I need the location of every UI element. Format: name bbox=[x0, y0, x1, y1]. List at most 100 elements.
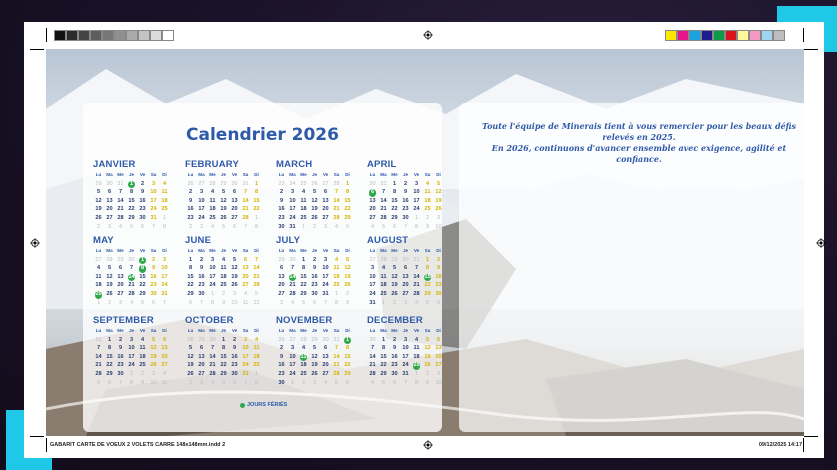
day-cell: 3 bbox=[118, 299, 123, 306]
day-cell: 26 bbox=[311, 180, 318, 187]
day-cell: 14 bbox=[242, 197, 249, 204]
day-cell: 22 bbox=[253, 206, 260, 213]
weekday-header: Ve bbox=[139, 248, 146, 253]
day-cell: 26 bbox=[95, 214, 102, 221]
day-cell: 20 bbox=[402, 282, 409, 289]
weekday-header: Ma bbox=[106, 172, 113, 177]
day-cell: 13 bbox=[369, 197, 376, 204]
day-cell: 9 bbox=[199, 265, 204, 272]
day-cell: 31 bbox=[369, 299, 376, 306]
color-swatch bbox=[773, 30, 785, 41]
day-cell: 1 bbox=[137, 256, 148, 265]
day-cell: 10 bbox=[150, 379, 157, 386]
day-cell: 11 bbox=[161, 379, 168, 386]
day-cell: 4 bbox=[381, 265, 386, 272]
day-cell: 1 bbox=[425, 256, 430, 263]
weekday-header: Sa bbox=[424, 328, 431, 333]
month-november: NOVEMBER Lu Ma Me Je Ve Sa Di 26 27 28 29 30 31 1 2 3 4 5 6… bbox=[276, 315, 358, 387]
month-name: MAY bbox=[93, 235, 114, 246]
day-cell: 30 bbox=[369, 336, 376, 343]
day-cell: 17 bbox=[209, 273, 216, 280]
day-cell: 9 bbox=[392, 345, 397, 352]
day-cell: 15 bbox=[344, 353, 351, 360]
day-cell: 27 bbox=[322, 180, 329, 187]
weekday-header: Sa bbox=[242, 172, 249, 177]
day-cell: 21 bbox=[242, 206, 249, 213]
weekday-header: Sa bbox=[150, 328, 157, 333]
day-cell: 20 bbox=[322, 206, 329, 213]
day-cell: 2 bbox=[312, 223, 317, 230]
day-cell: 2 bbox=[118, 336, 123, 343]
day-cell: 7 bbox=[243, 379, 248, 386]
weekday-header: Di bbox=[254, 172, 259, 177]
weekday-header: Lu bbox=[187, 328, 194, 333]
day-cell: 28 bbox=[106, 256, 113, 263]
weekday-header: Me bbox=[117, 328, 124, 333]
day-cell: 1 bbox=[254, 180, 259, 187]
weekday-header: Lu bbox=[95, 328, 102, 333]
day-cell: 30 bbox=[311, 290, 318, 297]
color-swatch bbox=[737, 30, 749, 41]
day-cell: 7 bbox=[118, 189, 123, 196]
day-cell: 19 bbox=[391, 282, 398, 289]
holiday-day: 8 bbox=[138, 265, 147, 273]
day-cell: 28 bbox=[369, 370, 376, 377]
day-cell: 15 bbox=[344, 197, 351, 204]
day-cell: 9 bbox=[232, 345, 237, 352]
month-days-grid: Lu Ma Me Je Ve Sa Di 23 24 25 26 27 28 1 2 3 4 5 6 7 8 9 10 11 1… bbox=[276, 171, 358, 231]
day-cell: 27 bbox=[369, 256, 376, 263]
month-april: APRIL Lu Ma Me Je Ve Sa Di 30 31 1 2 3 4 5 6 7 8 9 10 11 12 13… bbox=[367, 159, 449, 231]
month-name: JUNE bbox=[185, 235, 212, 246]
day-cell: 8 bbox=[221, 345, 226, 352]
day-cell: 4 bbox=[334, 223, 339, 230]
weekday-header: Ma bbox=[380, 328, 387, 333]
day-cell: 26 bbox=[311, 214, 318, 221]
day-cell: 7 bbox=[162, 299, 167, 306]
weekday-header: Je bbox=[311, 248, 318, 253]
day-cell: 31 bbox=[322, 290, 329, 297]
day-cell: 11 bbox=[161, 189, 168, 196]
weekday-header: Lu bbox=[95, 172, 102, 177]
month-june: JUNE Lu Ma Me Je Ve Sa Di 1 2 3 4 5 6 7 8 9 10 11 12 13 14 15 1… bbox=[185, 235, 267, 307]
day-cell: 24 bbox=[209, 282, 216, 289]
day-cell: 5 bbox=[140, 299, 145, 306]
day-cell: 3 bbox=[414, 180, 419, 187]
color-swatch bbox=[761, 30, 773, 41]
day-cell: 3 bbox=[199, 223, 204, 230]
day-cell: 27 bbox=[117, 290, 124, 297]
color-swatch bbox=[90, 30, 102, 41]
weekday-header: Sa bbox=[424, 248, 431, 253]
day-cell: 24 bbox=[369, 290, 376, 297]
day-cell: 25 bbox=[139, 362, 146, 369]
day-cell: 5 bbox=[221, 379, 226, 386]
day-cell: 21 bbox=[369, 362, 376, 369]
day-cell: 27 bbox=[322, 214, 329, 221]
weekday-header: Lu bbox=[278, 248, 285, 253]
day-cell: 24 bbox=[402, 362, 409, 369]
message-line-2: En 2026, continuons d'avancer ensemble a… bbox=[491, 143, 787, 164]
day-cell: 30 bbox=[128, 256, 135, 263]
day-cell: 16 bbox=[435, 273, 442, 280]
weekday-header: Me bbox=[209, 172, 216, 177]
day-cell: 28 bbox=[128, 290, 135, 297]
weekday-header: Je bbox=[402, 328, 409, 333]
day-cell: 30 bbox=[231, 370, 238, 377]
day-cell: 5 bbox=[232, 256, 237, 263]
color-swatch bbox=[150, 30, 162, 41]
day-cell: 5 bbox=[381, 223, 386, 230]
day-cell: 7 bbox=[370, 345, 375, 352]
weekday-header: Me bbox=[391, 172, 398, 177]
day-cell: 17 bbox=[198, 206, 205, 213]
day-cell: 24 bbox=[289, 370, 296, 377]
day-cell: 4 bbox=[118, 223, 123, 230]
day-cell: 14 bbox=[117, 197, 124, 204]
day-cell: 5 bbox=[151, 336, 156, 343]
day-cell: 14 bbox=[126, 273, 137, 282]
day-cell: 25 bbox=[300, 214, 307, 221]
month-days-grid: Lu Ma Me Je Ve Sa Di 27 28 29 30 1 2 3 4 5 6 7 8 9 10 11 12 13 1… bbox=[93, 247, 175, 307]
day-cell: 1 bbox=[301, 223, 306, 230]
day-cell: 8 bbox=[345, 189, 350, 196]
day-cell: 25 bbox=[424, 206, 431, 213]
day-cell: 29 bbox=[391, 214, 398, 221]
day-cell: 6 bbox=[232, 223, 237, 230]
